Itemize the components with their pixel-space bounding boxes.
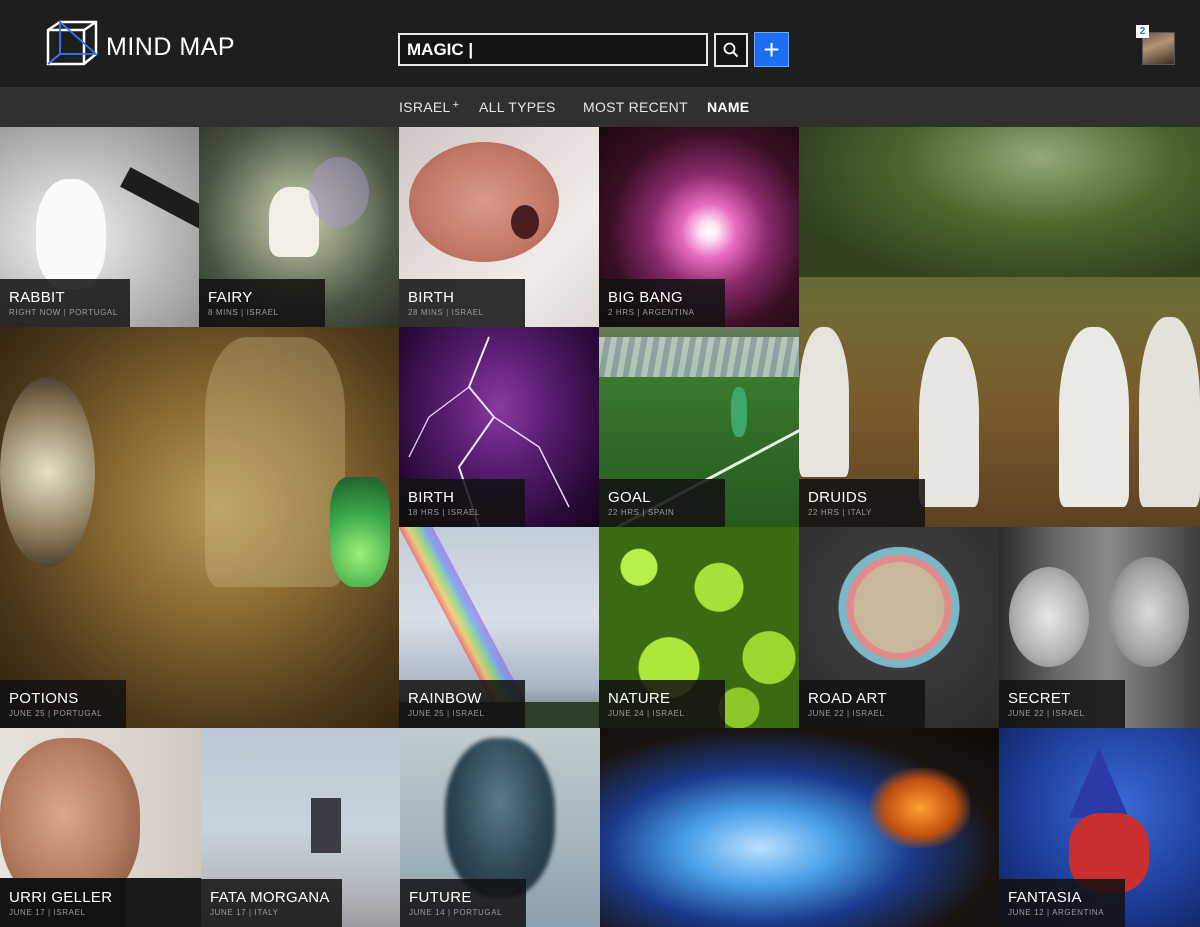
tile-title: RAINBOW [408, 690, 482, 707]
tile-meta: JUNE 17 | ISRAEL [9, 908, 86, 917]
tile-caption: DRUIDS 22 HRS | ITALY [799, 479, 925, 527]
tile-road-art[interactable]: ROAD ART JUNE 22 | ISRAEL [799, 527, 999, 728]
tile-meta: JUNE 14 | PORTUGAL [409, 908, 503, 917]
search-icon [723, 42, 739, 58]
tile-caption: FAIRY 8 MINS | ISRAEL [199, 279, 325, 327]
tile-fata-morgana[interactable]: FATA MORGANA JUNE 17 | ITALY [201, 728, 400, 927]
tile-meta: RIGHT NOW | PORTUGAL [9, 308, 118, 317]
tile-urri-geller[interactable]: URRI GELLER JUNE 17 | ISRAEL [0, 728, 201, 927]
tile-meta: 22 HRS | SPAIN [608, 508, 675, 517]
tile-title: FUTURE [409, 889, 472, 906]
tile-title: BIRTH [408, 289, 455, 306]
tile-fire[interactable] [600, 728, 999, 927]
tile-meta: JUNE 22 | ISRAEL [1008, 709, 1085, 718]
tile-meta: 2 HRS | ARGENTINA [608, 308, 695, 317]
tile-meta: JUNE 17 | ITALY [210, 908, 279, 917]
tile-meta: 28 MINS | ISRAEL [408, 308, 484, 317]
tile-birth-baby[interactable]: BIRTH 28 MINS | ISRAEL [399, 127, 599, 327]
tile-title: URRI GELLER [9, 889, 113, 906]
sort-name[interactable]: NAME [707, 99, 749, 115]
tile-caption: BIRTH 28 MINS | ISRAEL [399, 279, 525, 327]
tile-rabbit[interactable]: RABBIT RIGHT NOW | PORTUGAL [0, 127, 199, 327]
tile-big-bang[interactable]: BIG BANG 2 HRS | ARGENTINA [599, 127, 799, 327]
tile-caption: SECRET JUNE 22 | ISRAEL [999, 680, 1125, 728]
add-button[interactable]: + [754, 32, 789, 67]
cube-logo-icon[interactable] [46, 20, 98, 66]
tile-druids[interactable]: DRUIDS 22 HRS | ITALY [799, 127, 1200, 527]
tile-title: NATURE [608, 690, 671, 707]
tile-birth-lightning[interactable]: BIRTH 18 HRS | ISRAEL [399, 327, 599, 527]
tile-caption: BIG BANG 2 HRS | ARGENTINA [599, 279, 725, 327]
filter-types[interactable]: ALL TYPES [479, 99, 556, 115]
tile-title: FANTASIA [1008, 889, 1082, 906]
tile-meta: JUNE 12 | ARGENTINA [1008, 908, 1105, 917]
tile-nature[interactable]: NATURE JUNE 24 | ISRAEL [599, 527, 799, 728]
tile-caption: NATURE JUNE 24 | ISRAEL [599, 680, 725, 728]
tile-title: RABBIT [9, 289, 65, 306]
tile-meta: 18 HRS | ISRAEL [408, 508, 480, 517]
notification-badge[interactable]: 2 [1136, 25, 1149, 38]
tile-meta: 22 HRS | ITALY [808, 508, 872, 517]
tile-title: FATA MORGANA [210, 889, 330, 906]
search-input[interactable] [398, 33, 708, 66]
tile-title: DRUIDS [808, 489, 868, 506]
tile-caption: BIRTH 18 HRS | ISRAEL [399, 479, 525, 527]
tile-caption: FATA MORGANA JUNE 17 | ITALY [201, 879, 342, 927]
tile-meta: JUNE 24 | ISRAEL [608, 709, 685, 718]
tile-potions[interactable]: POTIONS JUNE 25 | PORTUGAL [0, 327, 399, 728]
tile-caption: GOAL 22 HRS | SPAIN [599, 479, 725, 527]
tile-title: POTIONS [9, 690, 79, 707]
tile-title: GOAL [608, 489, 651, 506]
tile-meta: 8 MINS | ISRAEL [208, 308, 279, 317]
tile-meta: JUNE 25 | ISRAEL [408, 709, 485, 718]
filter-location-label: ISRAEL [399, 99, 451, 115]
tile-caption: FUTURE JUNE 14 | PORTUGAL [400, 879, 526, 927]
tile-goal[interactable]: GOAL 22 HRS | SPAIN [599, 327, 799, 527]
sort-most-recent[interactable]: MOST RECENT [583, 99, 688, 115]
filter-location[interactable]: ISRAEL + [399, 99, 459, 115]
tile-caption: URRI GELLER JUNE 17 | ISRAEL [0, 879, 126, 927]
tile-caption: RABBIT RIGHT NOW | PORTUGAL [0, 279, 130, 327]
tile-title: BIG BANG [608, 289, 683, 306]
filter-bar: ISRAEL + ALL TYPES MOST RECENT NAME [0, 87, 1200, 127]
tile-meta: JUNE 22 | ISRAEL [808, 709, 885, 718]
tile-title: ROAD ART [808, 690, 887, 707]
top-bar: MIND MAP + 2 [0, 0, 1200, 87]
search-button[interactable] [714, 33, 748, 67]
tile-caption: ROAD ART JUNE 22 | ISRAEL [799, 680, 925, 728]
tile-caption: FANTASIA JUNE 12 | ARGENTINA [999, 879, 1125, 927]
tile-title: SECRET [1008, 690, 1071, 707]
tile-fairy[interactable]: FAIRY 8 MINS | ISRAEL [199, 127, 399, 327]
tile-title: BIRTH [408, 489, 455, 506]
filter-add-icon: + [452, 99, 460, 111]
tile-fantasia[interactable]: FANTASIA JUNE 12 | ARGENTINA [999, 728, 1200, 927]
tile-title: FAIRY [208, 289, 253, 306]
tile-caption: POTIONS JUNE 25 | PORTUGAL [0, 680, 126, 728]
tile-meta: JUNE 25 | PORTUGAL [9, 709, 103, 718]
tile-caption: RAINBOW JUNE 25 | ISRAEL [399, 680, 525, 728]
tile-future[interactable]: FUTURE JUNE 14 | PORTUGAL [400, 728, 600, 927]
tile-secret[interactable]: SECRET JUNE 22 | ISRAEL [999, 527, 1200, 728]
app-title[interactable]: MIND MAP [106, 33, 235, 62]
plus-icon: + [763, 33, 780, 65]
tile-rainbow[interactable]: RAINBOW JUNE 25 | ISRAEL [399, 527, 599, 728]
